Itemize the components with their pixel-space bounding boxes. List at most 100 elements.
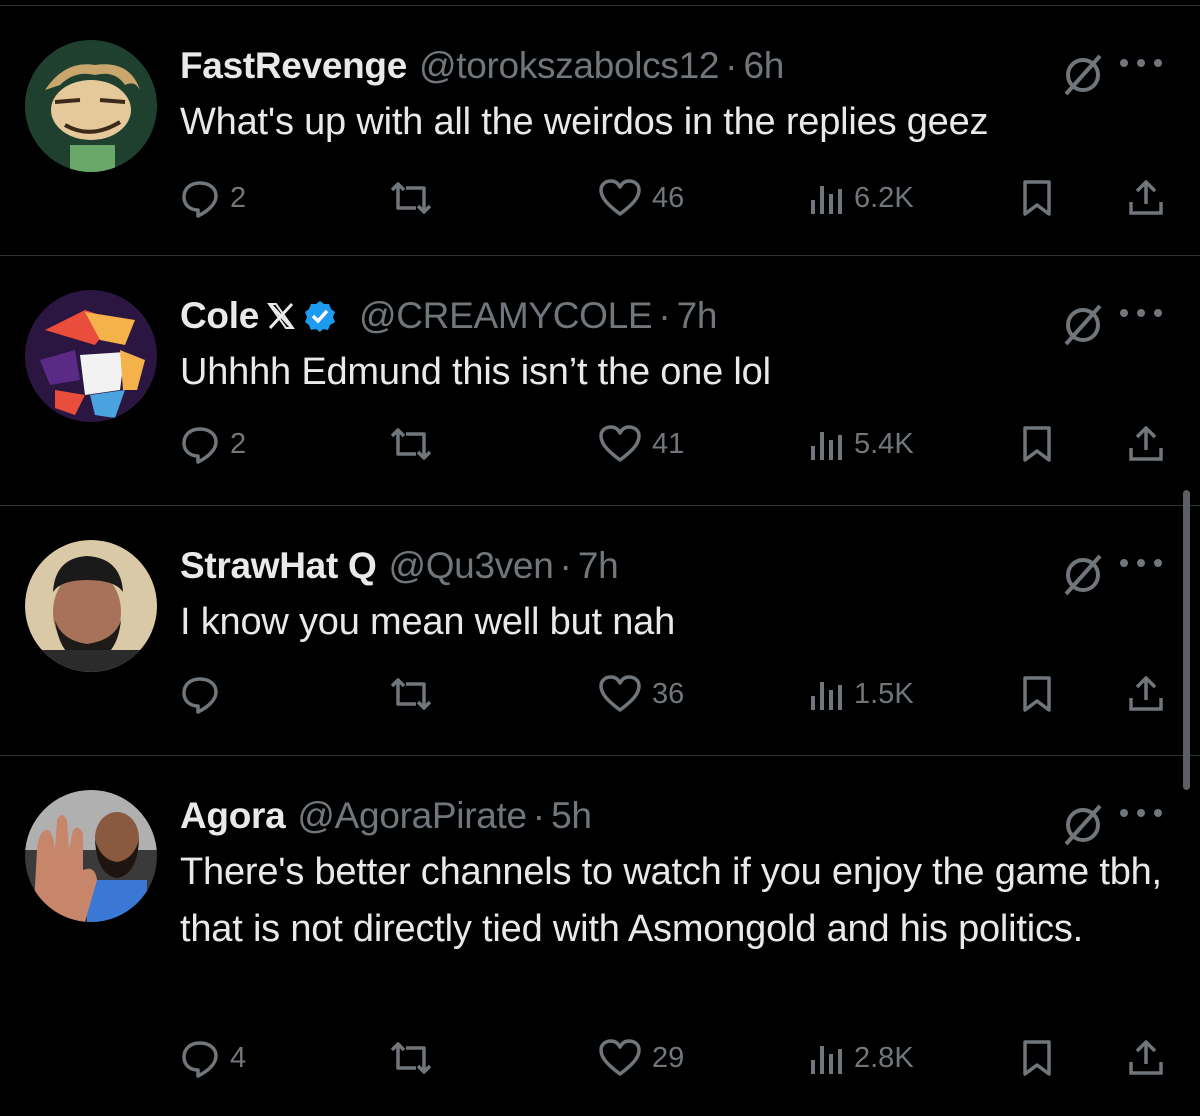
bookmark-button[interactable] xyxy=(1020,422,1054,466)
timestamp[interactable]: 5h xyxy=(551,795,592,837)
scrollbar-thumb[interactable] xyxy=(1183,490,1190,790)
separator-dot: · xyxy=(658,295,671,336)
view-count: 5.4K xyxy=(854,427,914,460)
retweet-button[interactable] xyxy=(388,672,434,716)
display-name[interactable]: FastRevenge xyxy=(180,45,407,87)
tweet-header: StrawHat Q @Qu3ven · 7h xyxy=(180,540,619,592)
tweet-3[interactable]: StrawHat Q @Qu3ven · 7h I know you mean … xyxy=(0,506,1200,756)
like-button[interactable]: 46 xyxy=(598,176,684,220)
retweet-icon xyxy=(390,182,432,214)
tweet-header: Cole @CREAMYCOLE · 7h xyxy=(180,290,717,342)
views-button[interactable]: 2.8K xyxy=(808,1036,914,1080)
verified-badge-icon[interactable] xyxy=(303,299,337,333)
views-bar-chart-icon xyxy=(811,186,842,214)
share-button[interactable] xyxy=(1126,422,1166,466)
views-bar-chart-icon xyxy=(811,432,842,460)
like-button[interactable]: 36 xyxy=(598,672,684,716)
view-count: 2.8K xyxy=(854,1041,914,1074)
bookmark-icon xyxy=(1023,676,1051,712)
views-button[interactable]: 6.2K xyxy=(808,176,914,220)
retweet-icon xyxy=(390,1042,432,1074)
share-button[interactable] xyxy=(1126,672,1166,716)
reply-button[interactable]: 2 xyxy=(180,422,246,466)
action-bar: 36 1.5K xyxy=(180,672,1170,716)
timestamp[interactable]: 7h xyxy=(677,295,718,337)
retweet-button[interactable] xyxy=(388,1036,434,1080)
reply-bubble-icon xyxy=(182,1041,218,1078)
user-handle[interactable]: @torokszabolcs12 xyxy=(419,45,719,87)
timestamp[interactable]: 7h xyxy=(578,545,619,587)
share-upload-icon xyxy=(1129,426,1163,461)
timestamp[interactable]: 6h xyxy=(743,45,784,87)
tweet-text: What's up with all the weirdos in the re… xyxy=(180,101,989,143)
separator-dot: · xyxy=(532,795,546,836)
action-bar: 2 41 5.4K xyxy=(180,422,1170,466)
reply-button[interactable]: 4 xyxy=(180,1036,246,1080)
share-button[interactable] xyxy=(1126,176,1166,220)
avatar[interactable] xyxy=(25,790,157,922)
tweet-text: Uhhhh Edmund this isn’t the one lol xyxy=(180,351,771,393)
heart-icon xyxy=(599,425,641,462)
user-handle[interactable]: @AgoraPirate xyxy=(297,795,527,837)
tweet-2[interactable]: Cole @CREAMYCOLE · 7h Uhhhh Edmund this … xyxy=(0,256,1200,506)
tweet-text: I know you mean well but nah xyxy=(180,601,676,643)
separator-dot: · xyxy=(725,45,738,86)
like-count: 29 xyxy=(652,1041,685,1074)
view-count: 6.2K xyxy=(854,181,914,214)
user-handle[interactable]: @CREAMYCOLE xyxy=(359,295,653,337)
reply-count: 4 xyxy=(230,1041,247,1074)
reply-count: 2 xyxy=(230,427,247,460)
tweet-text: There's better channels to watch if you … xyxy=(180,851,1162,950)
display-name[interactable]: Cole xyxy=(180,295,259,337)
like-button[interactable]: 41 xyxy=(598,422,684,466)
tweet-header: Agora @AgoraPirate · 5h xyxy=(180,790,592,842)
action-bar: 4 29 2.8K xyxy=(180,1036,1170,1080)
x-logo-icon xyxy=(267,301,295,331)
like-count: 36 xyxy=(652,677,685,710)
avatar[interactable] xyxy=(25,290,157,422)
user-handle[interactable]: @Qu3ven xyxy=(388,545,553,587)
share-upload-icon xyxy=(1129,180,1163,215)
views-button[interactable]: 1.5K xyxy=(808,672,914,716)
more-dots-icon[interactable] xyxy=(1116,806,1166,825)
bookmark-button[interactable] xyxy=(1020,1036,1054,1080)
reply-bubble-icon xyxy=(182,181,218,218)
tweet-header: FastRevenge @torokszabolcs12 · 6h xyxy=(180,40,784,92)
bookmark-icon xyxy=(1023,426,1051,462)
display-name[interactable]: StrawHat Q xyxy=(180,545,377,587)
action-bar: 2 46 6.2K xyxy=(180,176,1170,220)
share-upload-icon xyxy=(1129,1040,1163,1075)
tweet-4[interactable]: Agora @AgoraPirate · 5h There's better c… xyxy=(0,756,1200,1116)
reply-button[interactable]: 2 xyxy=(180,176,246,220)
bookmark-button[interactable] xyxy=(1020,176,1054,220)
display-name[interactable]: Agora xyxy=(180,795,286,837)
tweet-1[interactable]: FastRevenge @torokszabolcs12 · 6h What's… xyxy=(0,6,1200,256)
share-upload-icon xyxy=(1129,676,1163,711)
views-bar-chart-icon xyxy=(811,1046,842,1074)
more-dots-icon[interactable] xyxy=(1116,56,1166,75)
retweet-button[interactable] xyxy=(388,176,434,220)
avatar[interactable] xyxy=(25,40,157,172)
like-count: 41 xyxy=(652,427,685,460)
avatar[interactable] xyxy=(25,540,157,672)
bookmark-button[interactable] xyxy=(1020,672,1054,716)
like-count: 46 xyxy=(652,181,685,214)
reply-count: 2 xyxy=(230,181,247,214)
more-dots-icon[interactable] xyxy=(1116,306,1166,325)
views-bar-chart-icon xyxy=(811,682,842,710)
retweet-icon xyxy=(390,428,432,460)
share-button[interactable] xyxy=(1126,1036,1166,1080)
more-dots-icon[interactable] xyxy=(1116,556,1166,575)
reply-bubble-icon xyxy=(182,677,218,714)
heart-icon xyxy=(599,179,641,216)
like-button[interactable]: 29 xyxy=(598,1036,684,1080)
view-count: 1.5K xyxy=(854,677,914,710)
views-button[interactable]: 5.4K xyxy=(808,422,914,466)
reply-button[interactable] xyxy=(180,672,230,716)
retweet-button[interactable] xyxy=(388,422,434,466)
separator-dot: · xyxy=(559,545,572,586)
bookmark-icon xyxy=(1023,180,1051,216)
heart-icon xyxy=(599,1039,641,1076)
bookmark-icon xyxy=(1023,1040,1051,1076)
heart-icon xyxy=(599,675,641,712)
